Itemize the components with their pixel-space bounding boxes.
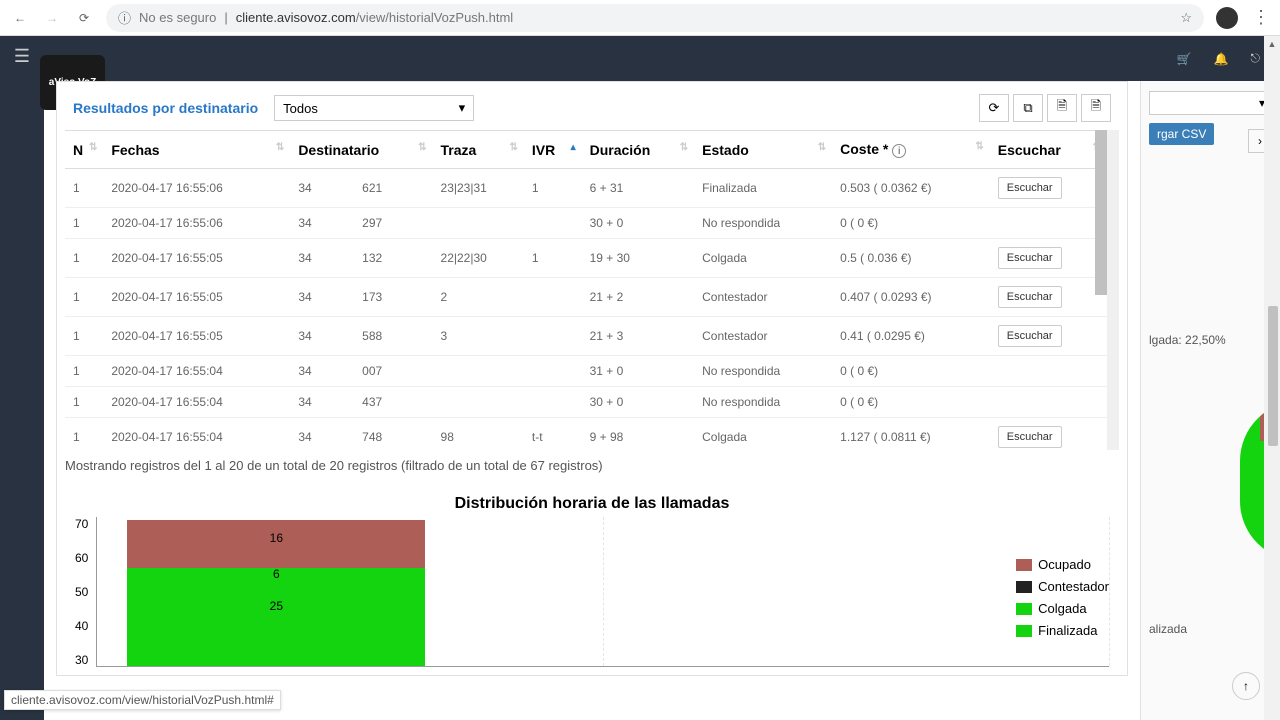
- chart-y-axis: 7060504030: [75, 517, 96, 667]
- table-row: 12020-04-17 16:55:063462123|23|3116 + 31…: [65, 169, 1107, 208]
- download-csv-button[interactable]: rgar CSV: [1149, 123, 1214, 145]
- browser-toolbar: ← → ⟳ ⓘ No es seguro | cliente.avisovoz.…: [0, 0, 1280, 36]
- pct-label: lgada: 22,50%: [1149, 333, 1272, 347]
- results-table-wrap: N Fechas Destinatario Traza IVR Duración…: [65, 130, 1119, 450]
- results-table: N Fechas Destinatario Traza IVR Duración…: [65, 130, 1107, 450]
- menu-icon[interactable]: ⋮: [1252, 7, 1270, 28]
- chart-title: Distribución horaria de las llamadas: [65, 481, 1119, 517]
- back-button[interactable]: ←: [10, 8, 30, 28]
- app-topbar: 🛒 🔔 ⎋: [44, 36, 1280, 81]
- listen-button[interactable]: Escuchar: [998, 177, 1062, 199]
- table-row: 12020-04-17 16:55:0534173221 + 2Contesta…: [65, 278, 1107, 317]
- refresh-button[interactable]: ⟳: [979, 94, 1009, 122]
- table-row: 12020-04-17 16:55:043443730 + 0No respon…: [65, 387, 1107, 418]
- chart-bar-stack: 16 6 25: [127, 520, 425, 666]
- address-bar[interactable]: ⓘ No es seguro | cliente.avisovoz.com/vi…: [106, 4, 1204, 32]
- seg-finalizada: 25: [127, 584, 425, 666]
- finalizada-label: alizada: [1149, 622, 1272, 636]
- col-escuchar[interactable]: Escuchar: [990, 131, 1107, 169]
- copy-button[interactable]: ⧉: [1013, 94, 1043, 122]
- col-coste[interactable]: Coste * i: [832, 131, 990, 169]
- right-sidebar: ▾ rgar CSV › lgada: 22,50% alizada ↑: [1140, 81, 1280, 720]
- table-scrollbar-thumb[interactable]: [1095, 130, 1107, 295]
- info-icon[interactable]: i: [892, 144, 906, 158]
- export-pdf-button[interactable]: 🗎: [1047, 94, 1077, 122]
- insecure-label: No es seguro: [139, 10, 216, 25]
- status-bar-url: cliente.avisovoz.com/view/historialVozPu…: [4, 690, 281, 710]
- scroll-top-button[interactable]: ↑: [1232, 672, 1260, 700]
- tab-resultados[interactable]: Resultados por destinatario: [73, 100, 258, 116]
- table-row: 12020-04-17 16:55:043474898t-t9 + 98Colg…: [65, 418, 1107, 451]
- reload-button[interactable]: ⟳: [74, 8, 94, 28]
- page-scrollbar[interactable]: ▲: [1264, 36, 1280, 720]
- table-row: 12020-04-17 16:55:0534588321 + 3Contesta…: [65, 317, 1107, 356]
- table-footer-info: Mostrando registros del 1 al 20 de un to…: [65, 450, 1119, 481]
- insecure-icon: ⓘ: [118, 8, 131, 27]
- filter-select[interactable]: Todos ▾: [274, 95, 474, 121]
- cart-icon[interactable]: 🛒: [1177, 52, 1192, 66]
- seg-colgada: 6: [127, 568, 425, 584]
- hamburger-icon[interactable]: ☰: [14, 46, 30, 67]
- profile-avatar[interactable]: [1216, 7, 1238, 29]
- chart-legend: Ocupado Contestador Colgada Finalizada: [1016, 557, 1109, 645]
- col-destinatario[interactable]: Destinatario: [290, 131, 432, 169]
- chart-plot-area: 16 6 25 Ocupado Contestador Colgada Fina…: [96, 517, 1109, 667]
- listen-button[interactable]: Escuchar: [998, 426, 1062, 448]
- star-icon[interactable]: ☆: [1180, 10, 1192, 26]
- table-row: 12020-04-17 16:55:053413222|22|30119 + 3…: [65, 239, 1107, 278]
- export-xls-button[interactable]: 🗎: [1081, 94, 1111, 122]
- right-dropdown[interactable]: ▾: [1149, 91, 1272, 115]
- col-estado[interactable]: Estado: [694, 131, 832, 169]
- scroll-up-arrow[interactable]: ▲: [1264, 36, 1280, 52]
- col-traza[interactable]: Traza: [433, 131, 524, 169]
- seg-ocupado: 16: [127, 520, 425, 568]
- listen-button[interactable]: Escuchar: [998, 325, 1062, 347]
- bell-icon[interactable]: 🔔: [1214, 52, 1229, 66]
- chevron-down-icon: ▾: [459, 100, 466, 116]
- table-row: 12020-04-17 16:55:043400731 + 0No respon…: [65, 356, 1107, 387]
- app-sidebar: ☰: [0, 36, 44, 720]
- col-n[interactable]: N: [65, 131, 103, 169]
- forward-button[interactable]: →: [42, 8, 62, 28]
- listen-button[interactable]: Escuchar: [998, 286, 1062, 308]
- page-scrollbar-thumb[interactable]: [1268, 306, 1278, 446]
- listen-button[interactable]: Escuchar: [998, 247, 1062, 269]
- col-fechas[interactable]: Fechas: [103, 131, 290, 169]
- hourly-chart: 7060504030 16 6 25 Ocupado Conte: [65, 517, 1119, 667]
- table-row: 12020-04-17 16:55:063429730 + 0No respon…: [65, 208, 1107, 239]
- col-duracion[interactable]: Duración: [582, 131, 695, 169]
- logout-icon[interactable]: ⎋: [1251, 51, 1261, 66]
- col-ivr[interactable]: IVR: [524, 131, 582, 169]
